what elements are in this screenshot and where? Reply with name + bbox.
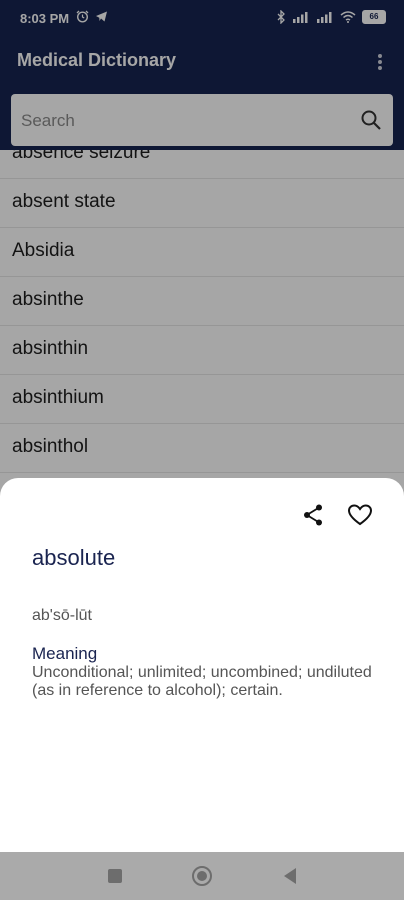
list-item[interactable]: absent state bbox=[0, 179, 404, 228]
favorite-button[interactable] bbox=[346, 501, 374, 529]
list-item[interactable]: Absidia bbox=[0, 228, 404, 277]
signal-icon-2 bbox=[317, 12, 332, 23]
list-item-label: absinthin bbox=[12, 338, 89, 359]
list-item[interactable]: absence seizure bbox=[0, 150, 404, 179]
search-icon[interactable] bbox=[359, 108, 383, 132]
list-item[interactable]: absinthium bbox=[0, 375, 404, 424]
bluetooth-icon bbox=[277, 10, 285, 24]
search-input[interactable] bbox=[19, 106, 343, 136]
status-bar: 8:03 PM 66 bbox=[0, 0, 404, 38]
list-item-label: absence seizure bbox=[12, 150, 151, 163]
home-button[interactable] bbox=[191, 865, 213, 887]
list-item-label: absinthe bbox=[12, 289, 84, 310]
app-bar: Medical Dictionary bbox=[0, 38, 404, 90]
word-list: absence seizure absent state Absidia abs… bbox=[0, 150, 404, 480]
search-box bbox=[11, 94, 393, 146]
overflow-menu-button[interactable] bbox=[368, 50, 392, 78]
battery-indicator: 66 bbox=[362, 10, 386, 24]
meaning-text: Unconditional; unlimited; uncombined; un… bbox=[32, 664, 372, 699]
telegram-icon bbox=[96, 11, 107, 22]
list-item-label: Absidia bbox=[12, 240, 75, 261]
more-vert-icon bbox=[378, 54, 382, 70]
share-icon bbox=[304, 504, 322, 526]
status-right-icons: 66 bbox=[277, 10, 386, 24]
signal-icon bbox=[293, 12, 308, 23]
list-item[interactable]: absinthin bbox=[0, 326, 404, 375]
recents-button[interactable] bbox=[108, 869, 122, 883]
list-item-label: absinthol bbox=[12, 436, 89, 457]
meaning-label: Meaning bbox=[32, 644, 98, 663]
list-item-label: absinthium bbox=[12, 387, 104, 408]
heart-icon bbox=[347, 504, 373, 526]
system-nav-bar bbox=[0, 852, 404, 900]
list-item-label: absent state bbox=[12, 191, 116, 212]
term-title: absolute bbox=[32, 545, 116, 570]
wifi-icon bbox=[340, 11, 356, 23]
back-button[interactable] bbox=[282, 867, 298, 885]
status-time: 8:03 PM bbox=[20, 11, 70, 26]
alarm-icon bbox=[76, 10, 89, 23]
app-title: Medical Dictionary bbox=[17, 50, 177, 70]
status-left-icons bbox=[76, 10, 108, 23]
share-button[interactable] bbox=[300, 502, 326, 528]
definition-bottom-sheet: absolute ab'sō-lūt Meaning Unconditional… bbox=[0, 478, 404, 852]
search-area bbox=[0, 90, 404, 150]
list-item[interactable]: absinthol bbox=[0, 424, 404, 473]
pronunciation-text: ab'sō-lūt bbox=[32, 607, 92, 624]
list-item[interactable]: absinthe bbox=[0, 277, 404, 326]
